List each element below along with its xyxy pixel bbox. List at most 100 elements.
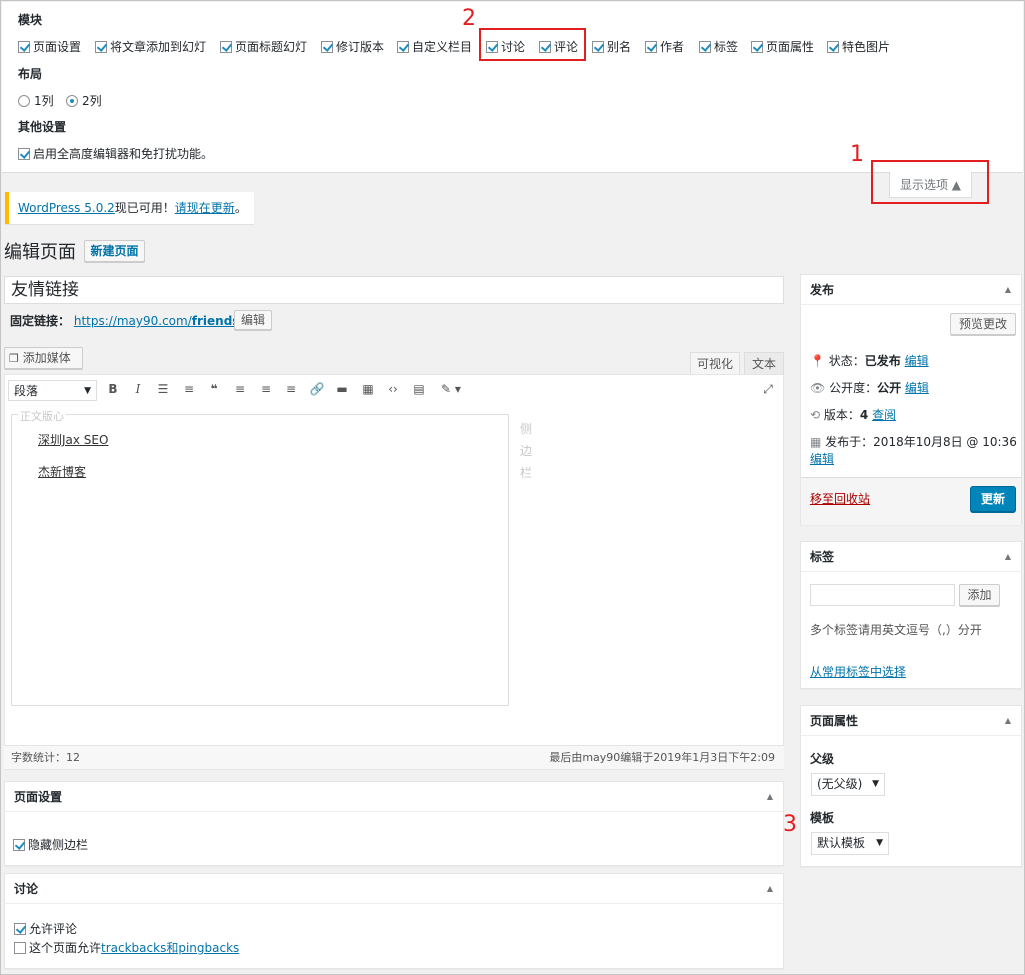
align-center-icon[interactable]: ≡ bbox=[258, 382, 274, 396]
checkbox[interactable] bbox=[220, 41, 232, 53]
collapse-arrow-icon[interactable]: ▲ bbox=[1005, 542, 1011, 572]
revisions-row: ⟲ 版本：4 查阅 bbox=[810, 408, 897, 422]
editor-content-area[interactable]: 正文版心 深圳Jax SEO 杰新博客 bbox=[11, 408, 509, 706]
update-button[interactable]: 更新 bbox=[970, 486, 1016, 512]
trackbacks-link[interactable]: trackbacks和pingbacks bbox=[101, 941, 239, 955]
checkbox[interactable] bbox=[14, 942, 26, 954]
checkbox[interactable] bbox=[751, 41, 763, 53]
blockquote-icon[interactable]: ❝ bbox=[206, 382, 222, 396]
update-notice: WordPress 5.0.2现已可用！请现在更新。 bbox=[5, 192, 254, 224]
checkbox[interactable] bbox=[95, 41, 107, 53]
toolbar-toggle-icon[interactable]: ▦ bbox=[360, 382, 376, 396]
bullet-list-icon[interactable]: ☰ bbox=[155, 382, 171, 396]
choose-tags-link[interactable]: 从常用标签中选择 bbox=[810, 663, 906, 680]
checkbox[interactable] bbox=[14, 923, 26, 935]
sidebar-placeholder: 侧 边 栏 bbox=[520, 422, 533, 480]
radio[interactable] bbox=[66, 95, 78, 107]
module-option-featured-image[interactable]: 特色图片 bbox=[827, 38, 890, 55]
preview-changes-button[interactable]: 预览更改 bbox=[950, 313, 1016, 335]
visibility-edit-link[interactable]: 编辑 bbox=[905, 381, 929, 395]
pin-icon: 📍 bbox=[810, 354, 825, 368]
layout-option-1col[interactable]: 1列 bbox=[18, 92, 54, 109]
read-more-icon[interactable]: ▬ bbox=[334, 382, 350, 396]
module-option-title-slide[interactable]: 页面标题幻灯 bbox=[220, 38, 307, 55]
status-row: 📍 状态：已发布 编辑 bbox=[810, 354, 929, 368]
checkbox[interactable] bbox=[397, 41, 409, 53]
module-option-slug[interactable]: 别名 bbox=[592, 38, 631, 55]
collapse-arrow-icon[interactable]: ▲ bbox=[1005, 275, 1011, 305]
module-option-slide[interactable]: 将文章添加到幻灯 bbox=[95, 38, 206, 55]
hide-sidebar-option[interactable]: 隐藏侧边栏 bbox=[13, 836, 88, 853]
parent-select[interactable]: (无父级) ▼ bbox=[811, 773, 885, 796]
wordpress-version-link[interactable]: WordPress 5.0.2 bbox=[18, 201, 115, 215]
tags-hint: 多个标签请用英文逗号（,）分开 bbox=[810, 623, 982, 637]
add-media-button[interactable]: ❐ 添加媒体 bbox=[4, 347, 83, 369]
checkbox[interactable] bbox=[645, 41, 657, 53]
revisions-browse-link[interactable]: 查阅 bbox=[872, 408, 896, 422]
template-select[interactable]: 默认模板 ▼ bbox=[811, 832, 889, 855]
italic-icon[interactable]: I bbox=[130, 382, 146, 396]
permalink-edit-button[interactable]: 编辑 bbox=[234, 310, 272, 330]
media-icon: ❐ bbox=[9, 352, 19, 365]
allow-comments-option[interactable]: 允许评论 bbox=[14, 920, 77, 937]
tab-visual[interactable]: 可视化 bbox=[690, 352, 740, 374]
parent-label: 父级 bbox=[810, 752, 835, 766]
new-page-button[interactable]: 新建页面 bbox=[84, 240, 145, 262]
module-option-custom-fields[interactable]: 自定义栏目 bbox=[397, 38, 472, 55]
checkbox[interactable] bbox=[827, 41, 839, 53]
link-icon[interactable]: 🔗 bbox=[309, 382, 325, 396]
fullscreen-icon[interactable]: ⤢ bbox=[760, 382, 776, 397]
other-settings-heading: 其他设置 bbox=[18, 120, 67, 134]
module-option-author[interactable]: 作者 bbox=[645, 38, 684, 55]
checkbox[interactable] bbox=[321, 41, 333, 53]
align-right-icon[interactable]: ≡ bbox=[283, 382, 299, 396]
fullheight-editor-option[interactable]: 启用全高度编辑器和免打扰功能。 bbox=[18, 145, 213, 162]
collapse-arrow-icon[interactable]: ▲ bbox=[1005, 706, 1011, 736]
collapse-arrow-icon[interactable]: ▲ bbox=[767, 782, 773, 812]
radio[interactable] bbox=[18, 95, 30, 107]
post-title-input[interactable]: 友情链接 bbox=[4, 276, 784, 304]
code-icon[interactable]: ‹› bbox=[385, 382, 401, 396]
tab-text[interactable]: 文本 bbox=[744, 352, 784, 374]
module-option-tags[interactable]: 标签 bbox=[699, 38, 738, 55]
checkbox[interactable] bbox=[592, 41, 604, 53]
module-option-revisions[interactable]: 修订版本 bbox=[321, 38, 384, 55]
module-option-page-attributes[interactable]: 页面属性 bbox=[751, 38, 814, 55]
page-attributes-box: 页面属性 ▲ 父级 (无父级) ▼ 模板 默认模板 ▼ bbox=[800, 705, 1022, 867]
content-link-jaxin-blog[interactable]: 杰新博客 bbox=[38, 463, 86, 480]
module-option-page-settings[interactable]: 页面设置 bbox=[18, 38, 81, 55]
add-tag-button[interactable]: 添加 bbox=[959, 584, 1000, 606]
chevron-down-icon: ▼ bbox=[84, 386, 91, 396]
checkbox[interactable] bbox=[18, 41, 30, 53]
published-edit-link[interactable]: 编辑 bbox=[810, 450, 834, 467]
checkbox[interactable] bbox=[18, 148, 30, 160]
table-icon[interactable]: ▤ bbox=[411, 382, 427, 396]
checkbox[interactable] bbox=[13, 839, 25, 851]
word-count: 字数统计：12 bbox=[11, 751, 80, 764]
bold-icon[interactable]: B bbox=[105, 382, 121, 396]
allow-trackbacks-option[interactable]: 这个页面允许trackbacks和pingbacks bbox=[14, 939, 239, 956]
tag-input[interactable] bbox=[810, 584, 955, 606]
content-link-jax-seo[interactable]: 深圳Jax SEO bbox=[38, 431, 108, 448]
align-left-icon[interactable]: ≡ bbox=[232, 382, 248, 396]
eye-icon: 👁 bbox=[810, 381, 826, 395]
annotation-box-2 bbox=[479, 28, 586, 61]
permalink-row: 固定链接： https://may90.com/friends bbox=[10, 312, 239, 329]
page-settings-title: 页面设置 ▲ bbox=[5, 782, 783, 812]
modules-heading: 模块 bbox=[18, 13, 43, 27]
move-to-trash-link[interactable]: 移至回收站 bbox=[810, 490, 870, 507]
publish-title: 发布 ▲ bbox=[801, 275, 1021, 305]
insert-dropdown-icon[interactable]: ✎ ▾ bbox=[437, 382, 465, 396]
layout-option-2col[interactable]: 2列 bbox=[66, 92, 102, 109]
page-settings-box: 页面设置 ▲ 隐藏侧边栏 bbox=[4, 781, 784, 866]
checkbox[interactable] bbox=[699, 41, 711, 53]
numbered-list-icon[interactable]: ≡ bbox=[181, 382, 197, 396]
collapse-arrow-icon[interactable]: ▲ bbox=[767, 874, 773, 904]
status-edit-link[interactable]: 编辑 bbox=[905, 354, 929, 368]
permalink-link[interactable]: https://may90.com/friends bbox=[74, 314, 240, 328]
format-select[interactable]: 段落 ▼ bbox=[8, 380, 97, 401]
page-title: 编辑页面 bbox=[4, 242, 76, 263]
history-icon: ⟲ bbox=[810, 408, 821, 422]
update-now-link[interactable]: 请现在更新 bbox=[175, 201, 235, 215]
tags-title: 标签 ▲ bbox=[801, 542, 1021, 572]
